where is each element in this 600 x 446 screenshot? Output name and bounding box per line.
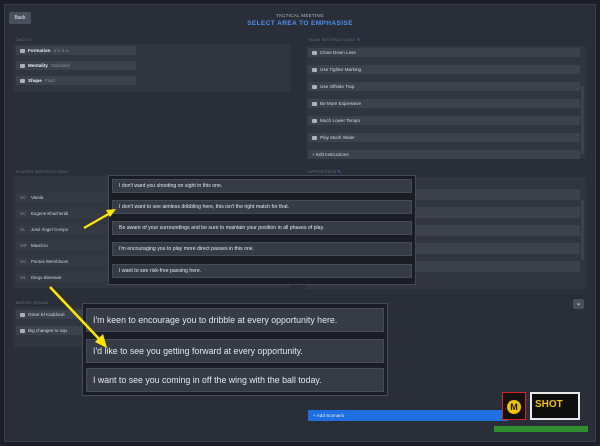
logo-goal: SHOT [530, 392, 580, 420]
watermark-logo: M SHOT [494, 388, 588, 438]
logo-text: SHOT [535, 399, 563, 410]
logo-grass [494, 426, 588, 432]
arrow-icon [49, 286, 107, 348]
arrow-icon [83, 209, 116, 229]
logo-badge: M [507, 400, 521, 414]
arrow-overlay [49, 209, 116, 348]
logo-left-box: M [502, 392, 526, 420]
